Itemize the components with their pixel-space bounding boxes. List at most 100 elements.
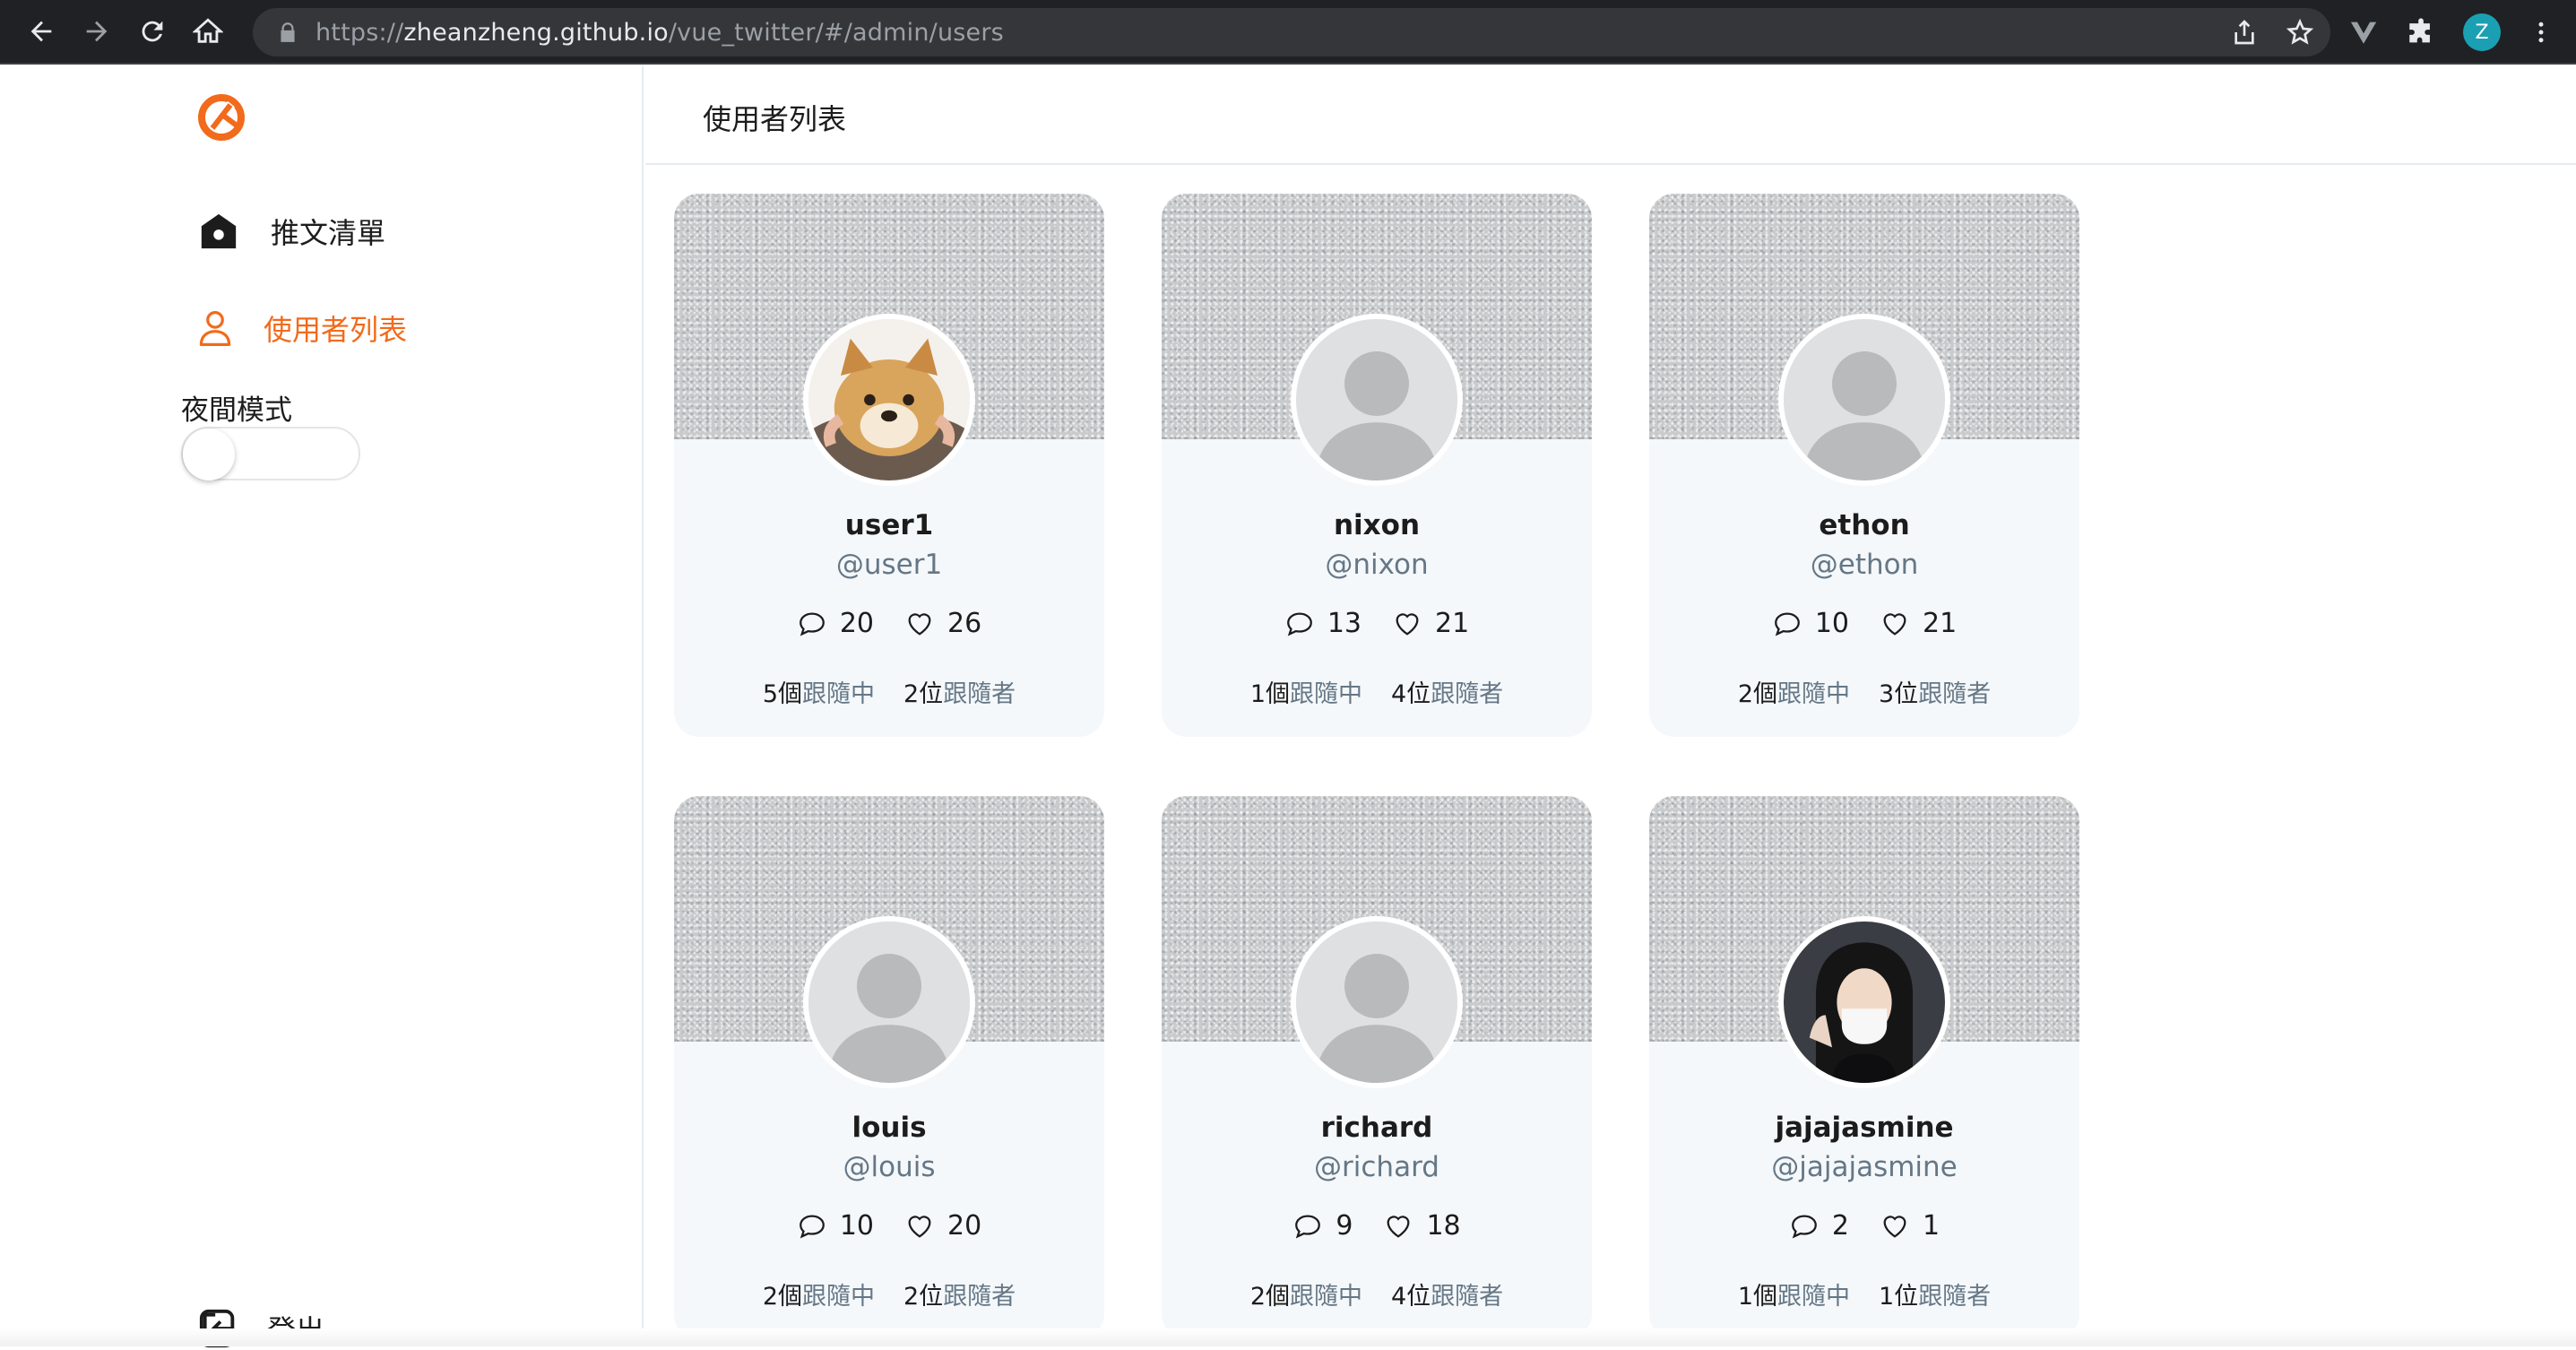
comment-icon [1792,1215,1817,1238]
following-stat[interactable]: 2個跟隨中 [1250,1276,1362,1311]
reply-count-value: 10 [839,1210,874,1242]
user-handle: @ethon [1810,549,1919,581]
follow-info: 1個跟隨中 1位跟隨者 [1649,1276,2079,1311]
user-stats: 10 20 [674,1210,1104,1242]
like-count: 26 [904,608,981,639]
user-name: jajajasmine [1775,1112,1954,1144]
reply-count-value: 20 [839,608,874,639]
user-stats: 2 1 [1649,1210,2079,1242]
followers-stat[interactable]: 2位跟隨者 [903,1276,1016,1311]
sidebar-item-tweets[interactable]: 推文清單 [197,210,385,253]
following-stat[interactable]: 2個跟隨中 [1738,674,1850,709]
user-stats: 10 21 [1649,608,2079,639]
user-card[interactable]: nixon @nixon 13 21 1個跟隨中 4位跟隨者 [1162,194,1592,737]
user-handle: @nixon [1325,549,1429,581]
arrow-left-icon [30,21,52,42]
heart-icon [1387,1215,1410,1238]
home-button[interactable] [185,8,231,55]
user-handle: @jajajasmine [1771,1151,1958,1183]
heart-icon [1883,612,1906,636]
followers-stat[interactable]: 4位跟隨者 [1391,674,1503,709]
reply-count-value: 2 [1831,1210,1849,1242]
following-label: 跟隨中 [802,680,875,708]
reload-button[interactable] [129,8,176,55]
default-avatar-icon [808,922,970,1083]
followers-stat[interactable]: 4位跟隨者 [1391,1276,1503,1311]
followers-stat[interactable]: 2位跟隨者 [903,674,1016,709]
following-stat[interactable]: 1個跟隨中 [1738,1276,1850,1311]
user-handle: @louis [843,1151,936,1183]
comment-icon [1774,612,1800,636]
following-count: 1個 [1737,1283,1777,1311]
user-card[interactable]: user1 @user1 20 26 5個跟隨中 2位跟隨者 [674,194,1104,737]
user-card[interactable]: richard @richard 9 18 2個跟隨中 4位跟隨者 [1162,796,1592,1339]
avatar [803,916,975,1088]
follow-info: 2個跟隨中 4位跟隨者 [1162,1276,1592,1311]
browser-profile-avatar[interactable]: Z [2463,13,2501,51]
brand-logo-icon[interactable] [197,93,246,142]
user-stats: 9 18 [1162,1210,1592,1242]
user-card[interactable]: jajajasmine @jajajasmine 2 1 1個跟隨中 1位跟隨者 [1649,796,2079,1339]
like-count: 20 [904,1210,981,1242]
url-text: https://zheanzheng.github.io/vue_twitter… [316,19,1004,47]
user-stats: 20 26 [674,608,1104,639]
more-vertical-icon[interactable] [2528,17,2554,48]
reply-count: 20 [797,608,874,639]
default-avatar-icon [1784,319,1945,480]
following-stat[interactable]: 1個跟隨中 [1250,674,1362,709]
vue-devtools-extension-icon[interactable] [2348,17,2379,48]
like-count-value: 26 [947,608,982,639]
followers-count: 4位 [1391,680,1431,708]
follow-info: 5個跟隨中 2位跟隨者 [674,674,1104,709]
heart-icon [908,1215,931,1238]
address-bar[interactable]: https://zheanzheng.github.io/vue_twitter… [253,8,2330,56]
reply-count-value: 13 [1327,608,1361,639]
url-host: zheanzheng.github.io [403,18,669,47]
avatar [1778,916,1950,1088]
comment-icon [799,1215,825,1238]
followers-count: 3位 [1879,680,1919,708]
user-handle: @user1 [835,549,943,581]
followers-stat[interactable]: 1位跟隨者 [1879,1276,1991,1311]
comment-icon [799,612,825,636]
forward-button[interactable] [73,8,120,55]
followers-count: 1位 [1879,1283,1919,1311]
user-card[interactable]: ethon @ethon 10 21 2個跟隨中 3位跟隨者 [1649,194,2079,737]
sidebar-item-label: 推文清單 [271,216,386,250]
extensions-puzzle-icon[interactable] [2406,17,2436,48]
sidebar-item-users[interactable]: 使用者列表 [194,307,407,350]
reply-count: 10 [797,1210,874,1242]
user-card[interactable]: louis @louis 10 20 2個跟隨中 2位跟隨者 [674,796,1104,1339]
like-count: 1 [1880,1210,1940,1242]
share-icon[interactable] [2230,18,2259,47]
following-label: 跟隨中 [1777,680,1850,708]
follow-info: 1個跟隨中 4位跟隨者 [1162,674,1592,709]
url-prefix: https:// [316,18,404,47]
page-header: 使用者列表 [645,66,2576,165]
url-path: /vue_twitter/#/admin/users [668,18,1004,47]
dark-mode-toggle[interactable] [181,427,360,480]
avatar [1291,916,1463,1088]
following-stat[interactable]: 2個跟隨中 [763,1276,875,1311]
reload-icon [142,21,163,42]
user-name: richard [1320,1112,1433,1144]
comment-icon [1286,612,1312,636]
followers-count: 2位 [903,680,944,708]
heart-icon [908,612,931,636]
sidebar: 推文清單 使用者列表 夜間模式 登出 [0,66,644,1348]
following-stat[interactable]: 5個跟隨中 [763,674,875,709]
person-photo-avatar-icon [1784,922,1945,1083]
home-outline-icon [193,18,223,43]
followers-stat[interactable]: 3位跟隨者 [1879,674,1991,709]
main-content: 使用者列表 user1 @user1 20 26 5個跟隨中 2位跟隨者 nix… [645,66,2576,1346]
reply-count: 2 [1789,1210,1849,1242]
arrow-right-icon [86,21,108,42]
bookmark-star-icon[interactable] [2286,18,2314,47]
back-button[interactable] [18,8,65,55]
sidebar-item-label: 使用者列表 [264,313,408,347]
heart-icon [1883,1215,1906,1238]
followers-label: 跟隨者 [1431,680,1504,708]
followers-label: 跟隨者 [943,680,1016,708]
following-count: 2個 [762,1283,802,1311]
avatar [803,314,975,486]
